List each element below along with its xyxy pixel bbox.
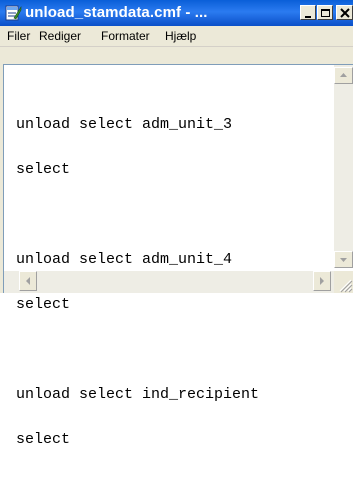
vertical-scrollbar[interactable] bbox=[334, 65, 353, 268]
resize-grip-icon bbox=[339, 279, 353, 293]
notepad-window: unload_stamdata.cmf - ... Filer Rediger … bbox=[0, 0, 353, 447]
text-line: unload select ind_recipient bbox=[16, 386, 260, 403]
text-line bbox=[16, 342, 334, 357]
arrow-down-icon bbox=[340, 258, 347, 262]
menu-filer[interactable]: Filer bbox=[7, 26, 30, 46]
text-line: select bbox=[16, 431, 71, 448]
menu-hjaelp[interactable]: Hjælp bbox=[165, 26, 196, 46]
maximize-icon bbox=[321, 9, 330, 17]
text-line: unload select adm_unit_3 bbox=[16, 116, 233, 133]
text-line: unload select adm_unit_4 bbox=[16, 251, 233, 268]
text-line bbox=[16, 207, 334, 222]
scroll-left-button[interactable] bbox=[19, 271, 37, 291]
minimize-icon bbox=[305, 16, 311, 18]
text-line: select bbox=[16, 296, 71, 313]
resize-grip[interactable] bbox=[334, 271, 353, 293]
scroll-up-button[interactable] bbox=[334, 67, 353, 84]
close-icon bbox=[340, 8, 350, 18]
menu-rediger[interactable]: Rediger bbox=[39, 26, 81, 46]
minimize-button[interactable] bbox=[300, 5, 316, 20]
menu-bar: Filer Rediger Formater Hjælp bbox=[0, 26, 353, 47]
text-line: select bbox=[16, 161, 71, 178]
scroll-down-button[interactable] bbox=[334, 251, 353, 268]
arrow-left-icon bbox=[26, 277, 30, 285]
title-bar[interactable]: unload_stamdata.cmf - ... bbox=[0, 0, 353, 26]
arrow-up-icon bbox=[340, 73, 347, 77]
horizontal-scrollbar[interactable] bbox=[4, 271, 334, 293]
arrow-right-icon bbox=[320, 277, 324, 285]
menu-formater[interactable]: Formater bbox=[101, 26, 150, 46]
scroll-right-button[interactable] bbox=[313, 271, 331, 291]
close-button[interactable] bbox=[336, 5, 353, 20]
window-title: unload_stamdata.cmf - ... bbox=[25, 4, 208, 21]
notepad-icon[interactable] bbox=[4, 4, 22, 21]
maximize-button[interactable] bbox=[317, 5, 333, 20]
